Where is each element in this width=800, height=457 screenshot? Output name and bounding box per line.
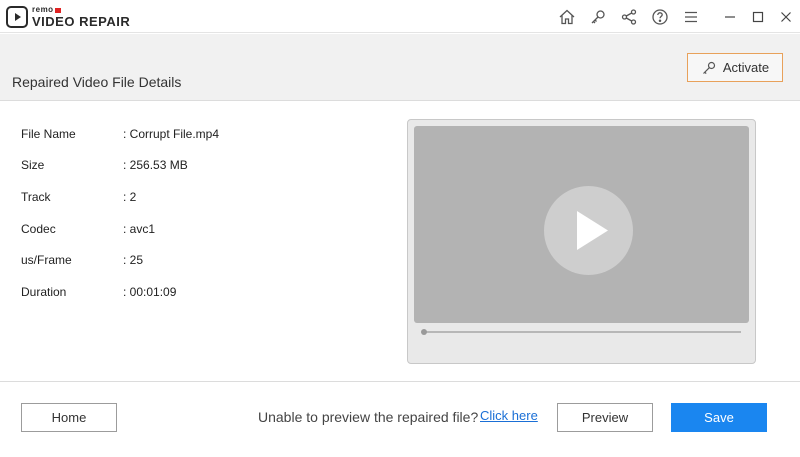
detail-row-track: Track : 2 (21, 190, 321, 206)
key-icon[interactable] (582, 0, 613, 33)
seek-bar[interactable] (421, 329, 741, 335)
save-button[interactable]: Save (671, 403, 767, 432)
preview-help-text: Unable to preview the repaired file? (258, 409, 479, 425)
play-icon[interactable] (544, 186, 633, 275)
maximize-icon[interactable] (744, 0, 772, 33)
page-title: Repaired Video File Details (12, 74, 182, 90)
app-logo: remo VIDEO REPAIR (6, 4, 130, 30)
detail-row-file-name: File Name : Corrupt File.mp4 (21, 127, 321, 143)
detail-label: Codec (21, 222, 56, 236)
detail-label: us/Frame (21, 253, 72, 267)
video-player (407, 119, 756, 364)
detail-value: : avc1 (123, 222, 156, 236)
click-here-link[interactable]: Click here (480, 408, 538, 423)
detail-value: : 256.53 MB (123, 158, 188, 172)
seek-handle[interactable] (421, 329, 427, 335)
detail-label: File Name (21, 127, 76, 141)
detail-row-codec: Codec : avc1 (21, 222, 321, 238)
share-icon[interactable] (613, 0, 644, 33)
footer-divider (0, 381, 800, 382)
logo-brand: remo (32, 6, 130, 14)
detail-row-us-frame: us/Frame : 25 (21, 253, 321, 269)
detail-value: : 25 (123, 253, 144, 267)
detail-row-size: Size : 256.53 MB (21, 158, 321, 174)
preview-button[interactable]: Preview (557, 403, 653, 432)
detail-value: : 2 (123, 190, 137, 204)
detail-value: : 00:01:09 (123, 285, 177, 299)
page-header: Repaired Video File Details Activate (0, 34, 800, 101)
detail-label: Size (21, 158, 45, 172)
close-icon[interactable] (772, 0, 800, 33)
home-button[interactable]: Home (21, 403, 117, 432)
title-bar: remo VIDEO REPAIR (0, 0, 800, 33)
logo-mark-icon (6, 6, 28, 28)
help-icon[interactable] (644, 0, 675, 33)
video-screen[interactable] (414, 126, 749, 323)
detail-label: Duration (21, 285, 67, 299)
logo-product: VIDEO REPAIR (32, 14, 131, 29)
detail-label: Track (21, 190, 51, 204)
key-icon (702, 61, 715, 74)
menu-icon[interactable] (675, 0, 706, 33)
activate-button[interactable]: Activate (687, 53, 783, 82)
detail-value: : Corrupt File.mp4 (123, 127, 220, 141)
detail-row-duration: Duration : 00:01:09 (21, 285, 321, 301)
minimize-icon[interactable] (716, 0, 744, 33)
activate-label: Activate (722, 60, 770, 75)
home-icon[interactable] (551, 0, 582, 33)
